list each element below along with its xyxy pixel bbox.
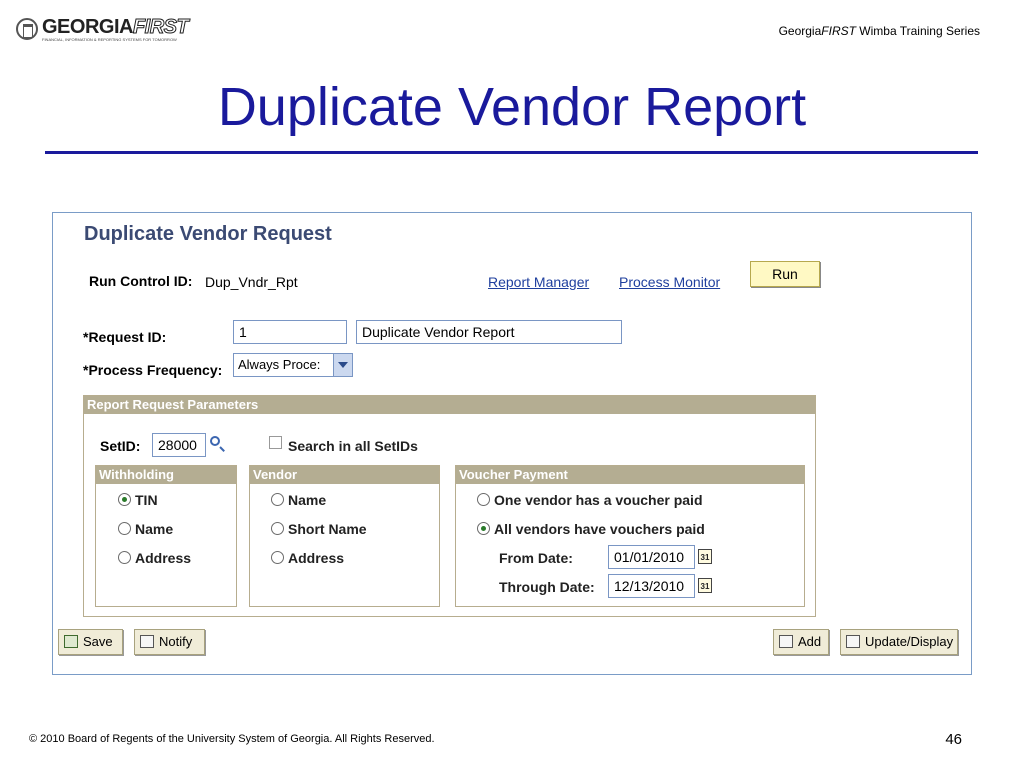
training-series-label: GeorgiaFIRST Wimba Training Series [778,24,980,38]
vendor-name-label: Name [288,492,327,508]
process-frequency-label: *Process Frequency: [83,362,223,378]
voucher-all-vendors-radio[interactable] [477,522,490,535]
search-icon[interactable] [210,436,220,446]
vendor-short-name-radio[interactable] [271,522,284,535]
add-icon [779,635,793,648]
add-button[interactable]: Add [773,629,829,655]
voucher-payment-group: Voucher Payment One vendor has a voucher… [455,465,805,607]
withholding-group: Withholding TIN Name Address [95,465,237,607]
run-control-value: Dup_Vndr_Rpt [205,274,298,290]
update-display-icon [846,635,860,648]
chevron-down-icon[interactable] [333,354,352,376]
request-id-label: *Request ID: [83,329,167,345]
search-all-setids-label: Search in all SetIDs [288,438,418,454]
slide-title: Duplicate Vendor Report [217,77,807,137]
process-frequency-select[interactable]: Always Proce: [233,353,353,377]
calendar-icon[interactable]: 31 [698,549,712,564]
duplicate-vendor-request-page: Duplicate Vendor Request Run Control ID:… [52,212,972,675]
withholding-address-radio[interactable] [118,551,131,564]
voucher-one-vendor-label: One vendor has a voucher paid [494,492,703,508]
page-number: 46 [945,731,962,748]
setid-label: SetID: [100,438,141,454]
withholding-name-label: Name [135,521,174,537]
notify-icon [140,635,154,648]
withholding-address-label: Address [135,550,192,566]
report-request-parameters-header: Report Request Parameters [84,396,815,414]
save-label: Save [83,634,113,649]
title-divider [45,151,978,154]
vendor-short-name-label: Short Name [288,521,367,537]
georgiafirst-logo: GEORGIAFIRST FINANCIAL, INFORMATION & RE… [16,16,189,46]
vendor-header: Vendor [250,466,439,484]
request-description-input[interactable]: Duplicate Vendor Report [356,320,622,344]
withholding-tin-label: TIN [135,492,158,508]
search-all-setids-checkbox[interactable] [269,436,282,449]
logo-subtitle: FINANCIAL, INFORMATION & REPORTING SYSTE… [42,37,177,42]
update-display-button[interactable]: Update/Display [840,629,958,655]
seal-icon [16,18,38,40]
voucher-one-vendor-radio[interactable] [477,493,490,506]
run-control-label: Run Control ID: [89,273,193,289]
withholding-name-radio[interactable] [118,522,131,535]
notify-button[interactable]: Notify [134,629,205,655]
process-frequency-value: Always Proce: [238,357,321,372]
calendar-icon[interactable]: 31 [698,578,712,593]
page-title: Duplicate Vendor Request [84,223,332,245]
add-label: Add [798,634,822,649]
request-id-input[interactable]: 1 [233,320,347,344]
save-icon [64,635,78,648]
voucher-all-vendors-label: All vendors have vouchers paid [494,521,705,537]
vendor-group: Vendor Name Short Name Address [249,465,440,607]
vendor-address-radio[interactable] [271,551,284,564]
process-monitor-link[interactable]: Process Monitor [619,274,720,290]
logo-wordmark: GEORGIAFIRST [42,16,189,39]
withholding-header: Withholding [96,466,236,484]
voucher-payment-header: Voucher Payment [456,466,804,484]
withholding-tin-radio[interactable] [118,493,131,506]
from-date-label: From Date: [499,550,573,566]
report-manager-link[interactable]: Report Manager [488,274,589,290]
notify-label: Notify [159,634,193,649]
setid-input[interactable]: 28000 [152,433,206,457]
vendor-name-radio[interactable] [271,493,284,506]
run-button[interactable]: Run [750,261,820,287]
copyright-footer: © 2010 Board of Regents of the Universit… [29,733,435,745]
report-request-parameters-group: Report Request Parameters SetID: 28000 S… [83,395,816,617]
update-display-label: Update/Display [865,634,954,649]
through-date-input[interactable]: 12/13/2010 [608,574,695,598]
save-button[interactable]: Save [58,629,123,655]
vendor-address-label: Address [288,550,345,566]
from-date-input[interactable]: 01/01/2010 [608,545,695,569]
through-date-label: Through Date: [499,579,595,595]
